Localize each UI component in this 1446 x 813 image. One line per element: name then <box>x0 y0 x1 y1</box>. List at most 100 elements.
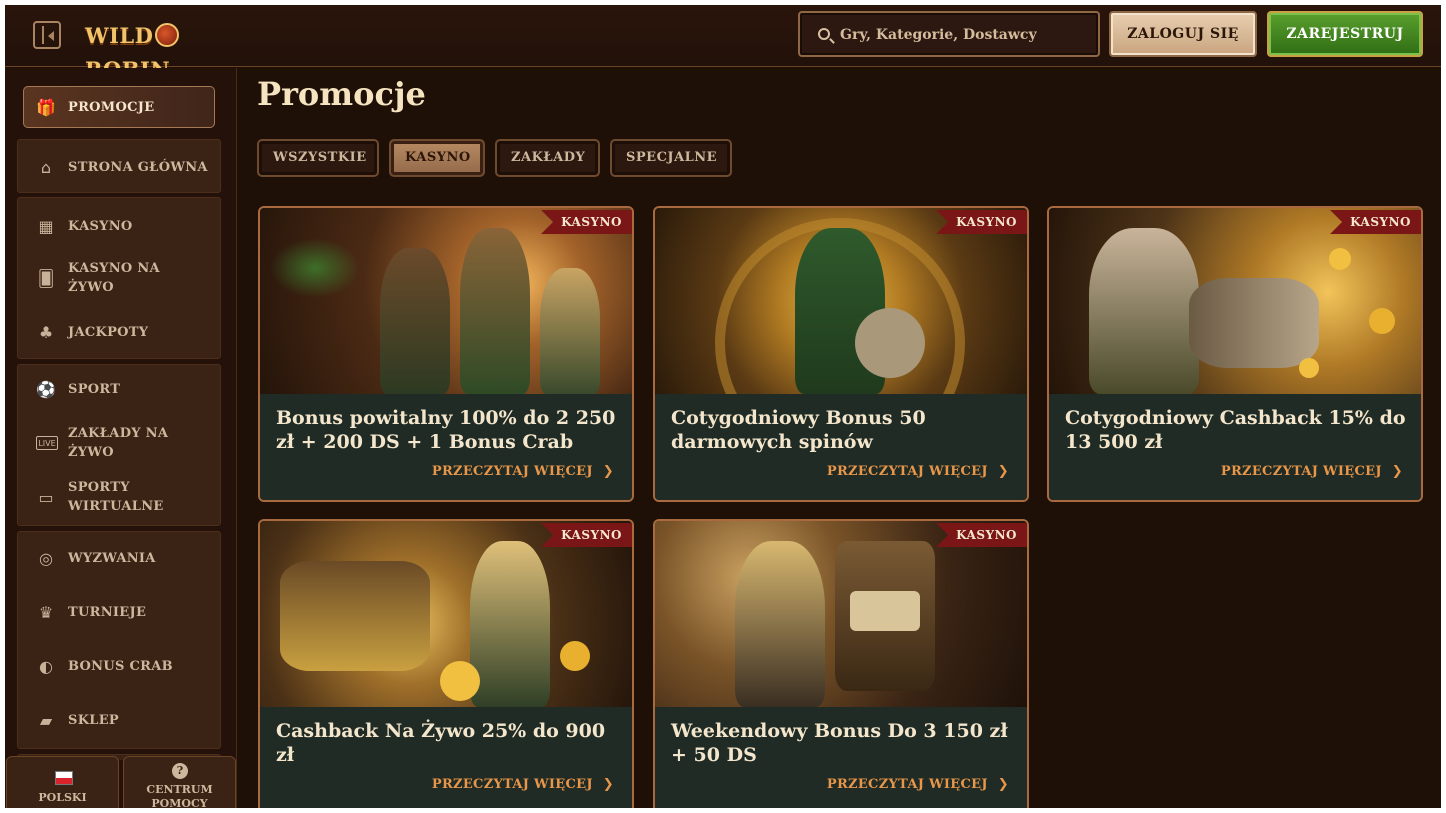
search-icon <box>818 28 830 40</box>
language-button[interactable]: POLSKI <box>6 756 119 808</box>
promo-card[interactable]: KASYNO Cotygodniowy Cashback 15% do 13 5… <box>1047 206 1423 502</box>
promo-image-treasure: KASYNO <box>260 521 632 707</box>
crab-claw-icon: ◐ <box>39 656 53 676</box>
promo-title: Cotygodniowy Bonus 50 darmowych spinów <box>671 407 926 453</box>
sidebar-item-label: BONUS CRAB <box>68 658 173 674</box>
chevron-right-icon: ❯ <box>1391 464 1403 479</box>
sidebar-item-casino[interactable]: ▦ KASYNO <box>18 206 222 246</box>
read-more-link[interactable]: PRZECZYTAJ WIĘCEJ ❯ <box>827 464 1009 479</box>
promo-card-body: Weekendowy Bonus Do 3 150 zł + 50 DS PRZ… <box>655 707 1027 808</box>
sidebar-toggle-icon[interactable] <box>33 21 61 49</box>
tab-casino[interactable]: KASYNO <box>389 139 485 177</box>
promo-card[interactable]: KASYNO Bonus powitalny 100% do 2 250 zł … <box>258 206 634 502</box>
nav-group-promo: 🎁 PROMOCJE <box>17 80 221 134</box>
logo-target-icon <box>155 23 180 47</box>
sidebar-item-bonus-crab[interactable]: ◐ BONUS CRAB <box>18 646 222 686</box>
read-more-link[interactable]: PRZECZYTAJ WIĘCEJ ❯ <box>827 777 1009 792</box>
read-more-link[interactable]: PRZECZYTAJ WIĘCEJ ❯ <box>432 464 614 479</box>
sidebar-item-label: KASYNO <box>68 218 133 234</box>
read-more-label: PRZECZYTAJ WIĘCEJ <box>1220 464 1382 479</box>
wild-robin-logo[interactable]: WILDROBIN <box>85 19 245 82</box>
sidebar-item-label: ZAKŁADY NA ŻYWO <box>68 426 169 460</box>
search-box[interactable] <box>798 11 1100 57</box>
promo-title: Weekendowy Bonus Do 3 150 zł + 50 DS <box>671 720 1008 766</box>
live-icon: LIVE <box>36 436 58 450</box>
page-title: Promocje <box>257 75 426 113</box>
promo-card-body: Cotygodniowy Cashback 15% do 13 500 zł P… <box>1049 394 1421 500</box>
sidebar-item-label: STRONA GŁÓWNA <box>68 159 208 175</box>
logo-text-left: WILD <box>85 23 154 48</box>
clover-icon: ♣ <box>38 322 54 342</box>
promo-card[interactable]: KASYNO Cotygodniowy Bonus 50 darmowych s… <box>653 206 1029 502</box>
sidebar-item-sport[interactable]: ⚽ SPORT <box>18 369 222 409</box>
read-more-link[interactable]: PRZECZYTAJ WIĘCEJ ❯ <box>1221 464 1403 479</box>
question-icon: ? <box>172 763 188 779</box>
sidebar-item-home[interactable]: ⌂ STRONA GŁÓWNA <box>18 147 222 187</box>
category-badge: KASYNO <box>1330 210 1421 234</box>
promo-title: Cashback Na Żywo 25% do 900 zł <box>276 720 606 766</box>
sidebar-item-live-casino[interactable]: 🂠 KASYNO NA ŻYWO <box>18 258 222 298</box>
tab-bets[interactable]: ZAKŁADY <box>495 139 600 177</box>
sidebar-item-live-bets[interactable]: LIVE ZAKŁADY NA ŻYWO <box>18 423 222 463</box>
search-input[interactable] <box>840 23 1090 47</box>
app-frame: WILDROBIN ZALOGUJ SIĘ ZAREJESTRUJ 🎁 PROM… <box>5 5 1441 808</box>
category-badge: KASYNO <box>541 523 632 547</box>
read-more-label: PRZECZYTAJ WIĘCEJ <box>826 777 988 792</box>
nav-group-home: ⌂ STRONA GŁÓWNA <box>17 139 221 193</box>
sidebar-item-virtual-sports[interactable]: ▭ SPORTY WIRTUALNE <box>18 477 222 517</box>
promo-title: Cotygodniowy Cashback 15% do 13 500 zł <box>1065 407 1406 453</box>
read-more-label: PRZECZYTAJ WIĘCEJ <box>826 464 988 479</box>
trophy-icon: ♛ <box>38 602 54 622</box>
sidebar-item-label: JACKPOTY <box>68 324 149 340</box>
login-button[interactable]: ZALOGUJ SIĘ <box>1109 11 1257 57</box>
poland-flag-icon <box>55 771 73 785</box>
chevron-right-icon: ❯ <box>602 777 614 792</box>
category-badge: KASYNO <box>541 210 632 234</box>
sidebar-item-label: KASYNO NA ŻYWO <box>68 261 160 295</box>
sidebar-item-label: PROMOCJE <box>68 99 155 115</box>
nav-group-sport: ⚽ SPORT LIVE ZAKŁADY NA ŻYWO ▭ SPORTY WI… <box>17 364 221 526</box>
cards-icon: 🂠 <box>37 268 55 288</box>
football-icon: ⚽ <box>36 379 56 399</box>
read-more-link[interactable]: PRZECZYTAJ WIĘCEJ ❯ <box>432 777 614 792</box>
promo-card-body: Bonus powitalny 100% do 2 250 zł + 200 D… <box>260 394 632 500</box>
tab-special[interactable]: SPECJALNE <box>610 139 732 177</box>
sidebar-item-promotions[interactable]: 🎁 PROMOCJE <box>23 86 215 128</box>
sidebar-item-jackpots[interactable]: ♣ JACKPOTY <box>18 312 222 352</box>
target-icon: ◎ <box>39 548 53 568</box>
gift-icon: 🎁 <box>36 97 56 117</box>
promo-image-cannon: KASYNO <box>1049 208 1421 394</box>
shopping-bag-icon: ▰ <box>39 710 53 730</box>
promo-card-body: Cotygodniowy Bonus 50 darmowych spinów P… <box>655 394 1027 500</box>
tab-all[interactable]: WSZYSTKIE <box>257 139 379 177</box>
sidebar-item-challenges[interactable]: ◎ WYZWANIA <box>18 538 222 578</box>
chevron-right-icon: ❯ <box>997 777 1009 792</box>
promo-title: Bonus powitalny 100% do 2 250 zł + 200 D… <box>276 407 616 453</box>
promo-image-vault: KASYNO <box>655 208 1027 468</box>
top-header: WILDROBIN ZALOGUJ SIĘ ZAREJESTRUJ <box>5 5 1441 82</box>
promo-card[interactable]: KASYNO Weekendowy Bonus Do 3 150 zł + 50… <box>653 519 1029 808</box>
sidebar-item-tournaments[interactable]: ♛ TURNIEJE <box>18 592 222 632</box>
sidebar-item-label: SPORTY WIRTUALNE <box>68 480 164 514</box>
nav-group-extras: ◎ WYZWANIA ♛ TURNIEJE ◐ BONUS CRAB ▰ SKL… <box>17 531 221 749</box>
monitor-icon: ▭ <box>38 487 54 507</box>
read-more-label: PRZECZYTAJ WIĘCEJ <box>431 777 593 792</box>
nav-group-casino: ▦ KASYNO 🂠 KASYNO NA ŻYWO ♣ JACKPOTY <box>17 197 221 359</box>
sidebar: 🎁 PROMOCJE ⌂ STRONA GŁÓWNA ▦ KASYNO 🂠 KA… <box>5 68 237 808</box>
category-badge: KASYNO <box>936 523 1027 547</box>
slot-machine-icon: ▦ <box>38 216 54 236</box>
sidebar-item-label: TURNIEJE <box>68 604 147 620</box>
promo-image-adventurers: KASYNO <box>260 208 632 394</box>
sidebar-item-label: WYZWANIA <box>68 550 156 566</box>
home-icon: ⌂ <box>40 157 52 177</box>
language-label: POLSKI <box>38 791 87 804</box>
promo-card[interactable]: KASYNO Cashback Na Żywo 25% do 900 zł PR… <box>258 519 634 808</box>
help-center-button[interactable]: ? CENTRUM POMOCY <box>123 756 236 808</box>
help-center-label: CENTRUM POMOCY <box>146 783 213 808</box>
promo-card-body: Cashback Na Żywo 25% do 900 zł PRZECZYTA… <box>260 707 632 808</box>
sidebar-item-shop[interactable]: ▰ SKLEP <box>18 700 222 740</box>
category-badge: KASYNO <box>936 210 1027 234</box>
sidebar-item-label: SKLEP <box>68 712 120 728</box>
read-more-label: PRZECZYTAJ WIĘCEJ <box>431 464 593 479</box>
register-button[interactable]: ZAREJESTRUJ <box>1267 11 1423 57</box>
